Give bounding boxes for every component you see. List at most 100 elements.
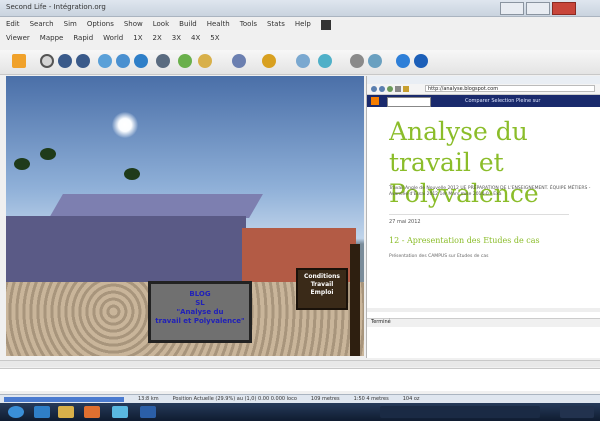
- maximize-button[interactable]: [526, 2, 550, 15]
- flag-icon[interactable]: [320, 20, 331, 30]
- binoculars-icon[interactable]: [58, 54, 72, 68]
- binoculars2-icon[interactable]: [76, 54, 90, 68]
- browser-url-bar: http://analyse.blogspot.com: [367, 84, 600, 95]
- menu-item-look[interactable]: Look: [153, 20, 169, 32]
- back-icon[interactable]: [371, 86, 377, 92]
- sparkle-icon[interactable]: [318, 54, 332, 68]
- status-distance: 13:8 km: [138, 396, 159, 402]
- navbar-links[interactable]: Comparer Selection Pleine sur: [465, 98, 541, 104]
- signboard-line-4: travail et Polyvalence": [155, 317, 245, 325]
- map-icon[interactable]: [396, 54, 410, 68]
- palm-tree-3: [124, 168, 140, 180]
- camera-icon[interactable]: [350, 54, 364, 68]
- conditions-sign[interactable]: Conditions Travail Emploi: [296, 268, 348, 310]
- post-title[interactable]: 12 - Apresentation des Etudes de cas: [389, 236, 595, 245]
- sign2-line-2: Travail: [310, 281, 334, 288]
- signboard-line-3: "Analyse du: [176, 308, 224, 316]
- menu-item-options[interactable]: Options: [87, 20, 114, 32]
- menu-item-help[interactable]: Help: [295, 20, 311, 32]
- sl-icon[interactable]: [112, 406, 128, 418]
- menu-item-sim[interactable]: Sim: [64, 20, 77, 32]
- status-metres: 109 metres: [310, 396, 340, 402]
- status-position: Position Actuelle (29.9%) au (1,0) 0.00 …: [172, 396, 297, 402]
- wrench-icon[interactable]: [156, 54, 170, 68]
- menu2-item-1x[interactable]: 1X: [133, 34, 142, 46]
- menu2-item-mappe[interactable]: Mappe: [40, 34, 64, 46]
- blogger-logo-icon: [371, 97, 379, 105]
- status-ratio: 1:50 4 metres: [353, 396, 389, 402]
- group-icon[interactable]: [232, 54, 246, 68]
- window-title: Second Life - Intégration.org: [6, 3, 106, 11]
- blog-description: Travail Angle de Nouvelle 2012 UE PRÉPAR…: [389, 186, 591, 197]
- menu-item-show[interactable]: Show: [124, 20, 143, 32]
- main-toolbar: [0, 50, 600, 75]
- menu2-item-5x[interactable]: 5X: [210, 34, 219, 46]
- close-button[interactable]: [552, 2, 576, 15]
- palm-tree-1: [40, 148, 56, 160]
- word-icon[interactable]: [140, 406, 156, 418]
- signboard-line-1: BLOG: [189, 290, 211, 298]
- menu2-item-viewer[interactable]: Viewer: [6, 34, 30, 46]
- info-icon[interactable]: [414, 54, 428, 68]
- help-icon[interactable]: [262, 54, 276, 68]
- pet-icon[interactable]: [198, 54, 212, 68]
- sun-glow: [112, 112, 138, 138]
- chat-input[interactable]: [0, 368, 600, 391]
- clock: [560, 406, 594, 418]
- menu2-item-rapid[interactable]: Rapid: [73, 34, 93, 46]
- blogger-navbar: Comparer Selection Pleine sur: [367, 95, 600, 107]
- windows-taskbar: [0, 403, 600, 421]
- status-bar: 13:8 km Position Actuelle (29.9%) au (1,…: [0, 394, 600, 403]
- menu2-item-4x[interactable]: 4X: [191, 34, 200, 46]
- home-icon[interactable]: [40, 54, 54, 68]
- browser-status: Terminé: [367, 318, 600, 327]
- menu2-item-2x[interactable]: 2X: [152, 34, 161, 46]
- menu2-item-3x[interactable]: 3X: [172, 34, 181, 46]
- inventory-icon[interactable]: [368, 54, 382, 68]
- browser-titlebar: [367, 76, 600, 84]
- blue-cluster-icon[interactable]: [98, 54, 112, 68]
- menu-bar: Edit Search Sim Options Show Look Build …: [0, 20, 600, 32]
- signboard-line-2: SL: [195, 299, 205, 307]
- blog-signboard[interactable]: BLOG SL "Analyse du travail et Polyvalen…: [148, 281, 252, 343]
- minimize-button[interactable]: [500, 2, 524, 15]
- menu-item-build[interactable]: Build: [179, 20, 197, 32]
- lock-icon: [403, 86, 409, 92]
- folder-icon[interactable]: [58, 406, 74, 418]
- status-balance: 104 oz: [402, 396, 420, 402]
- menu-item-tools[interactable]: Tools: [240, 20, 257, 32]
- ie-icon[interactable]: [34, 406, 50, 418]
- forward-icon[interactable]: [379, 86, 385, 92]
- post-meta: Présentation des CAMPUS sur Etudes de ca…: [389, 254, 489, 259]
- palm-tree-2: [14, 158, 30, 170]
- person-icon[interactable]: [178, 54, 192, 68]
- sign2-line-1: Conditions: [303, 273, 341, 280]
- menu-item-stats[interactable]: Stats: [267, 20, 285, 32]
- url-input[interactable]: http://analyse.blogspot.com: [425, 85, 595, 92]
- orange-folder-icon[interactable]: [12, 54, 26, 68]
- menu-item-edit[interactable]: Edit: [6, 20, 20, 32]
- chat-tabs[interactable]: [0, 360, 600, 367]
- tray-area: [380, 406, 540, 418]
- load-progress-bar: [4, 396, 124, 402]
- secondary-menu-bar: Viewer Mappe Rapid World 1X 2X 3X 4X 5X: [0, 34, 600, 46]
- browser-window: http://analyse.blogspot.com Comparer Sel…: [366, 76, 600, 358]
- start-icon[interactable]: [8, 406, 24, 418]
- chart-icon[interactable]: [134, 54, 148, 68]
- globe-icon[interactable]: [116, 54, 130, 68]
- 3d-viewport[interactable]: BLOG SL "Analyse du travail et Polyvalen…: [6, 76, 364, 356]
- menu2-item-world[interactable]: World: [103, 34, 123, 46]
- wooden-post: [350, 244, 360, 356]
- building-roof: [49, 194, 263, 218]
- post-date: 27 mai 2012: [389, 214, 569, 225]
- window-titlebar: Second Life - Intégration.org: [0, 0, 600, 17]
- media-icon[interactable]: [84, 406, 100, 418]
- people-icon[interactable]: [296, 54, 310, 68]
- browser-horizontal-scrollbar[interactable]: [367, 308, 600, 312]
- menu-item-health[interactable]: Health: [207, 20, 230, 32]
- home-icon[interactable]: [395, 86, 401, 92]
- reload-icon[interactable]: [387, 86, 393, 92]
- sign2-line-3: Emploi: [310, 289, 334, 296]
- blog-search-input[interactable]: [387, 97, 431, 107]
- menu-item-search[interactable]: Search: [30, 20, 54, 32]
